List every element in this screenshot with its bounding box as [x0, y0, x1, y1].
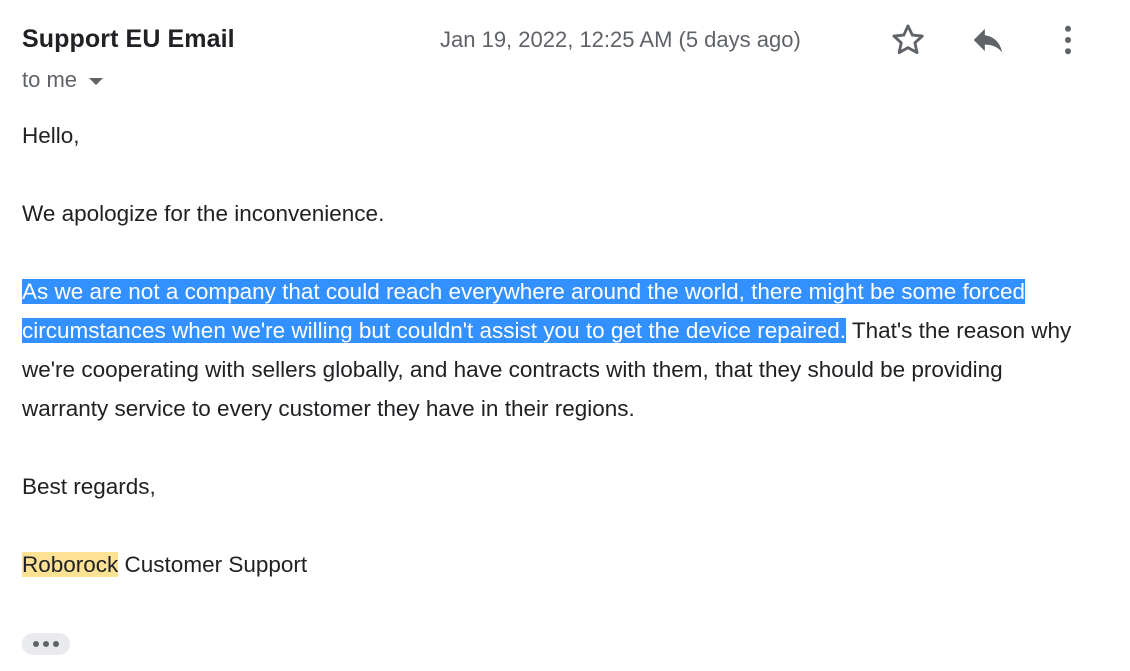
sender-name[interactable]: Support EU Email — [22, 25, 235, 54]
email-date: Jan 19, 2022, 12:25 AM (5 days ago) — [440, 27, 801, 52]
reply-button[interactable] — [966, 18, 1010, 62]
ellipsis-dot-icon — [43, 641, 49, 647]
show-trimmed-content-button[interactable] — [22, 633, 70, 655]
ellipsis-dot-icon — [33, 641, 39, 647]
signature: Roborock Customer Support — [22, 545, 1082, 584]
highlighted-brand: Roborock — [22, 552, 119, 577]
signature-rest: Customer Support — [118, 552, 308, 577]
caret-down-icon — [89, 77, 104, 85]
more-options-button[interactable] — [1046, 18, 1090, 62]
ellipsis-dot-icon — [53, 641, 59, 647]
recipient-details-toggle[interactable]: to me — [22, 67, 104, 93]
email-body: Hello, We apologize for the inconvenienc… — [22, 116, 1082, 584]
star-outline-icon — [892, 24, 924, 55]
reply-icon — [973, 28, 1003, 53]
star-button[interactable] — [886, 18, 930, 62]
apology-paragraph: We apologize for the inconvenience. — [22, 201, 385, 226]
more-vertical-icon — [1065, 25, 1071, 55]
recipient-label: to me — [22, 67, 78, 92]
closing-paragraph: Best regards, — [22, 474, 156, 499]
warranty-paragraph: As we are not a company that could reach… — [22, 272, 1082, 428]
greeting-paragraph: Hello, — [22, 123, 80, 148]
